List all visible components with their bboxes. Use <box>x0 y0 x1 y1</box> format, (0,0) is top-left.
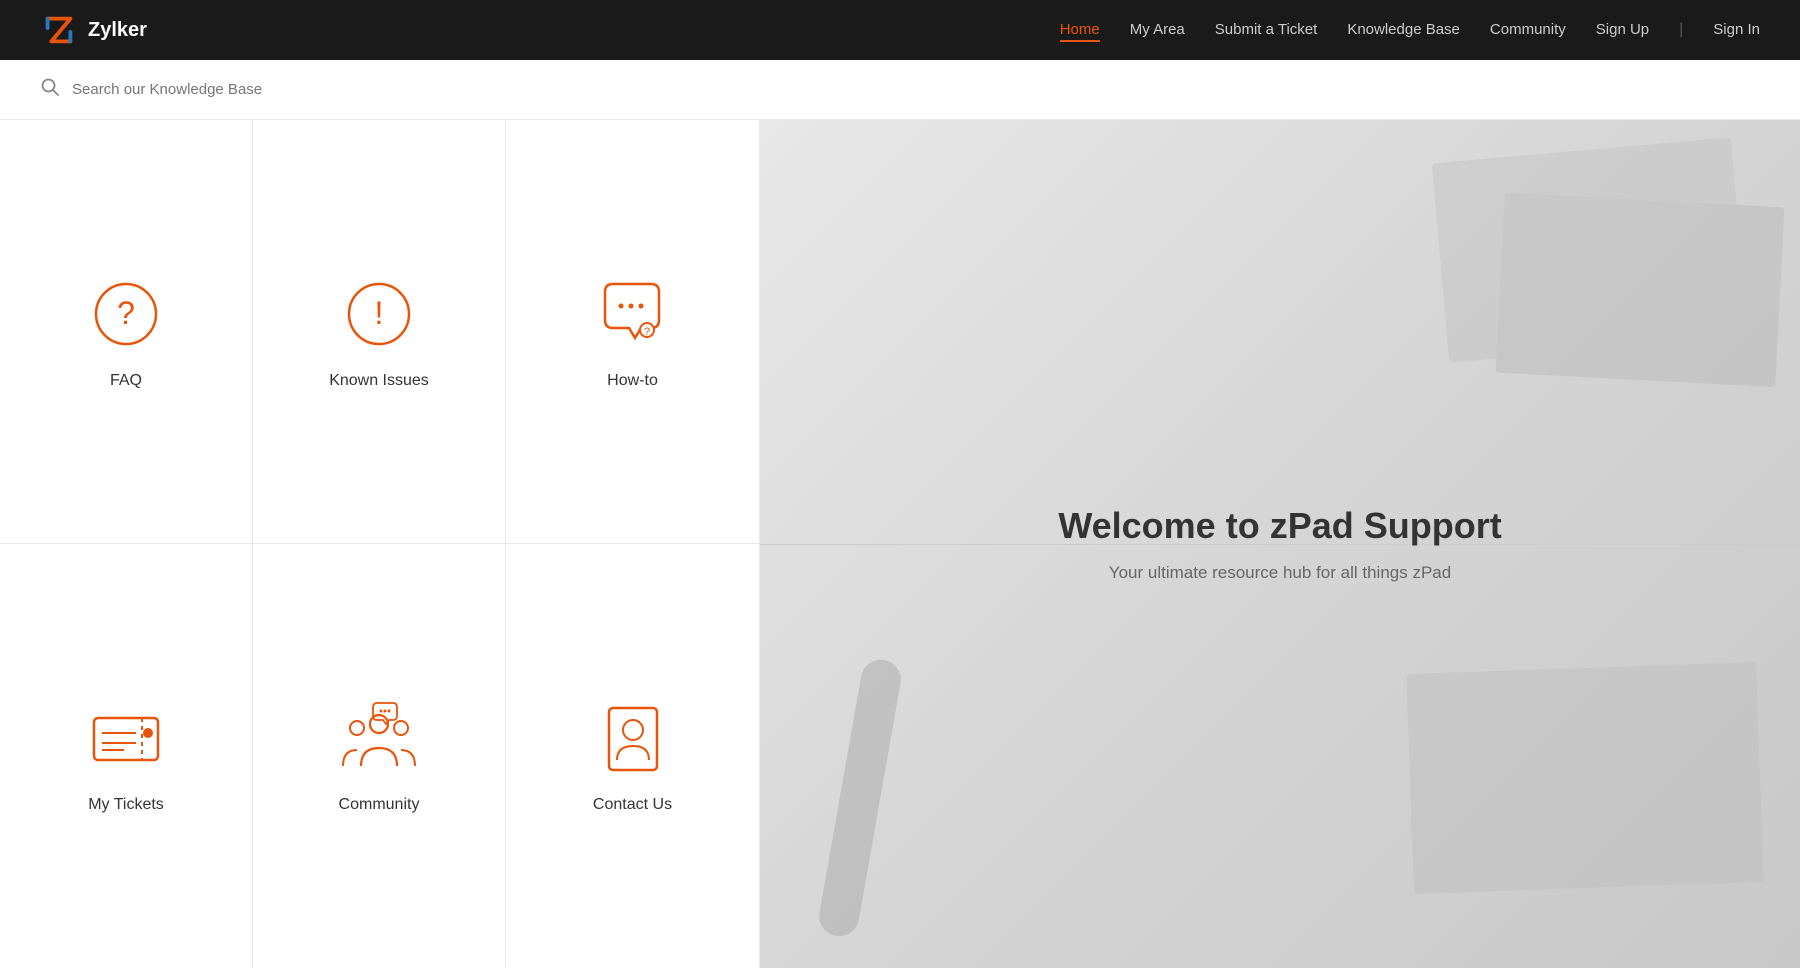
nav-link-sign-up[interactable]: Sign Up <box>1596 21 1649 38</box>
brand-name: Zylker <box>88 19 147 42</box>
known-issues-icon: ! <box>339 274 419 354</box>
my-tickets-label: My Tickets <box>88 796 164 814</box>
category-known-issues[interactable]: ! Known Issues <box>253 120 506 544</box>
nav-divider: | <box>1679 21 1683 39</box>
community-icon <box>339 698 419 778</box>
nav-item-my-area[interactable]: My Area <box>1130 21 1185 39</box>
faq-label: FAQ <box>110 372 142 390</box>
nav-item-sign-in[interactable]: Sign In <box>1713 21 1760 39</box>
how-to-icon: ? <box>593 274 673 354</box>
nav-link-my-area[interactable]: My Area <box>1130 21 1185 38</box>
nav-item-home[interactable]: Home <box>1060 21 1100 39</box>
known-issues-label: Known Issues <box>329 372 429 390</box>
nav-item-sign-up[interactable]: Sign Up <box>1596 21 1649 39</box>
desk-decoration-3 <box>1406 662 1763 894</box>
nav-item-community[interactable]: Community <box>1490 21 1566 39</box>
community-label: Community <box>339 796 420 814</box>
contact-us-icon <box>593 698 673 778</box>
search-input[interactable] <box>72 81 472 98</box>
desk-decoration-2 <box>1495 193 1784 387</box>
svg-text:?: ? <box>117 295 135 331</box>
desk-decoration-4 <box>816 657 904 940</box>
hero-title: Welcome to zPad Support <box>1058 505 1501 547</box>
how-to-label: How-to <box>607 372 658 390</box>
main-content: ? FAQ ! Known Issues ? How-to <box>0 120 1800 968</box>
svg-text:?: ? <box>643 326 649 338</box>
hero-text: Welcome to zPad Support Your ultimate re… <box>1058 505 1501 583</box>
my-tickets-icon <box>86 698 166 778</box>
contact-us-label: Contact Us <box>593 796 672 814</box>
nav-menu: Home My Area Submit a Ticket Knowledge B… <box>1060 21 1760 39</box>
hero-panel: Welcome to zPad Support Your ultimate re… <box>760 120 1800 968</box>
navbar: Zylker Home My Area Submit a Ticket Know… <box>0 0 1800 60</box>
nav-link-submit-ticket[interactable]: Submit a Ticket <box>1215 21 1318 38</box>
hero-subtitle: Your ultimate resource hub for all thing… <box>1058 563 1501 583</box>
logo-icon <box>40 11 78 49</box>
search-icon <box>40 77 60 102</box>
category-how-to[interactable]: ? How-to <box>506 120 759 544</box>
nav-item-submit-ticket[interactable]: Submit a Ticket <box>1215 21 1318 39</box>
faq-icon: ? <box>86 274 166 354</box>
category-community[interactable]: Community <box>253 544 506 968</box>
svg-text:!: ! <box>375 295 384 331</box>
search-bar <box>0 60 1800 120</box>
category-grid: ? FAQ ! Known Issues ? How-to <box>0 120 760 968</box>
nav-item-knowledge-base[interactable]: Knowledge Base <box>1347 21 1460 39</box>
category-faq[interactable]: ? FAQ <box>0 120 253 544</box>
nav-link-community[interactable]: Community <box>1490 21 1566 38</box>
category-my-tickets[interactable]: My Tickets <box>0 544 253 968</box>
nav-link-sign-in[interactable]: Sign In <box>1713 21 1760 38</box>
brand[interactable]: Zylker <box>40 11 147 49</box>
nav-link-knowledge-base[interactable]: Knowledge Base <box>1347 21 1460 38</box>
category-contact-us[interactable]: Contact Us <box>506 544 759 968</box>
nav-link-home[interactable]: Home <box>1060 21 1100 42</box>
